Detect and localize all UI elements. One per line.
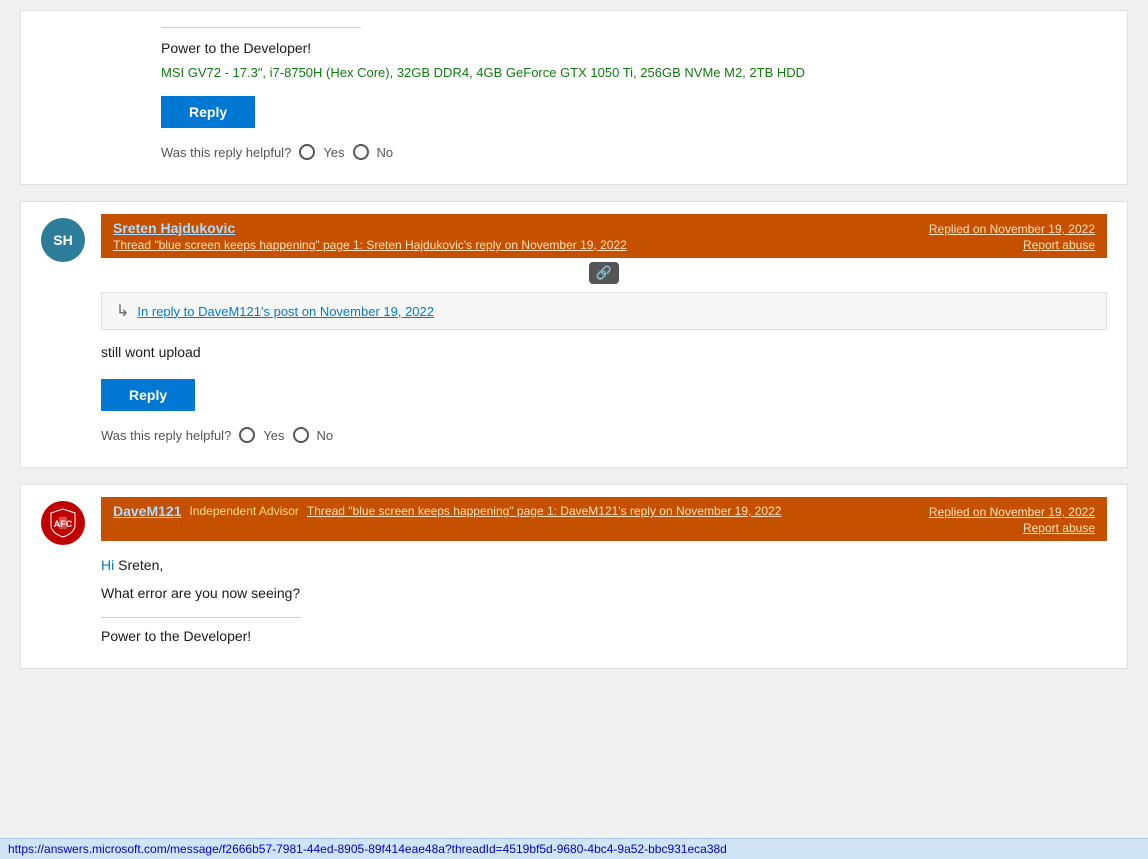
specs-text: MSI GV72 - 17.3", i7-8750H (Hex Core), 3… [161, 65, 1107, 80]
yes-radio-2[interactable] [239, 427, 255, 443]
post-card-3: AFC DaveM121 Independent Advisor Thread … [20, 484, 1128, 669]
post-body-2: still wont upload [101, 342, 1107, 363]
no-label-1: No [377, 145, 394, 160]
no-radio-1[interactable] [353, 144, 369, 160]
link-icon-btn-2[interactable]: 🔗 [589, 262, 619, 284]
avatar-col-3: AFC [21, 485, 101, 668]
link-icon-row-2: 🔗 [101, 262, 1107, 284]
no-label-2: No [317, 428, 334, 443]
post-content-3: DaveM121 Independent Advisor Thread "blu… [101, 485, 1127, 668]
post-banner-2: Sreten Hajdukovic Thread "blue screen ke… [101, 214, 1107, 258]
badge-3: Independent Advisor [190, 504, 299, 518]
status-bar: https://answers.microsoft.com/message/f2… [0, 838, 1148, 859]
power-text: Power to the Developer! [161, 38, 1107, 59]
yes-label-1: Yes [323, 145, 344, 160]
replied-date-3[interactable]: Replied on November 19, 2022 [929, 505, 1095, 519]
thread-link-3[interactable]: Thread "blue screen keeps happening" pag… [307, 504, 781, 518]
helpful-row-2: Was this reply helpful? Yes No [101, 427, 1107, 451]
reply-button-2[interactable]: Reply [101, 379, 195, 411]
username-link-3[interactable]: DaveM121 [113, 503, 182, 519]
report-abuse-2[interactable]: Report abuse [929, 238, 1095, 252]
avatar-col-2: SH [21, 202, 101, 467]
post-card-1: Power to the Developer! MSI GV72 - 17.3"… [20, 10, 1128, 185]
greeting-hi-3: Hi [101, 557, 114, 573]
greeting-3: Hi Sreten, [101, 557, 1107, 573]
post-content-2: Sreten Hajdukovic Thread "blue screen ke… [101, 202, 1127, 467]
divider [161, 27, 361, 28]
yes-radio-1[interactable] [299, 144, 315, 160]
banner-right-3: Replied on November 19, 2022 Report abus… [929, 503, 1095, 535]
greeting-name-3: Sreten, [114, 557, 163, 573]
post-banner-3: DaveM121 Independent Advisor Thread "blu… [101, 497, 1107, 541]
replied-date-2[interactable]: Replied on November 19, 2022 [929, 222, 1095, 236]
reply-arrow-2: ↳ [116, 301, 129, 321]
reply-to-row-2: ↳ In reply to DaveM121's post on Novembe… [101, 292, 1107, 330]
shield-icon-3: AFC [47, 507, 79, 539]
avatar-3: AFC [41, 501, 85, 545]
yes-label-2: Yes [263, 428, 284, 443]
reply-to-link-2[interactable]: In reply to DaveM121's post on November … [137, 304, 434, 319]
username-link-2[interactable]: Sreten Hajdukovic [113, 220, 627, 236]
report-abuse-3[interactable]: Report abuse [929, 521, 1095, 535]
svg-text:AFC: AFC [54, 519, 73, 529]
avatar-initials-2: SH [53, 232, 72, 248]
helpful-row-1: Was this reply helpful? Yes No [161, 144, 1107, 168]
link-icon-2: 🔗 [596, 265, 612, 281]
body-line1-3: What error are you now seeing? [101, 585, 1107, 601]
banner-right-2: Replied on November 19, 2022 Report abus… [929, 220, 1095, 252]
avatar-2: SH [41, 218, 85, 262]
banner-left-2: Sreten Hajdukovic Thread "blue screen ke… [113, 220, 627, 252]
helpful-label-2: Was this reply helpful? [101, 428, 231, 443]
thread-link-2[interactable]: Thread "blue screen keeps happening" pag… [113, 238, 627, 252]
status-url: https://answers.microsoft.com/message/f2… [8, 842, 727, 856]
helpful-label-1: Was this reply helpful? [161, 145, 291, 160]
no-radio-2[interactable] [293, 427, 309, 443]
post-card-2: SH Sreten Hajdukovic Thread "blue screen… [20, 201, 1128, 468]
power-text-3: Power to the Developer! [101, 628, 1107, 644]
banner-left-3: DaveM121 Independent Advisor Thread "blu… [113, 503, 781, 519]
post-body-3: Hi Sreten, What error are you now seeing… [101, 543, 1107, 652]
divider-3 [101, 617, 301, 618]
reply-button-1[interactable]: Reply [161, 96, 255, 128]
